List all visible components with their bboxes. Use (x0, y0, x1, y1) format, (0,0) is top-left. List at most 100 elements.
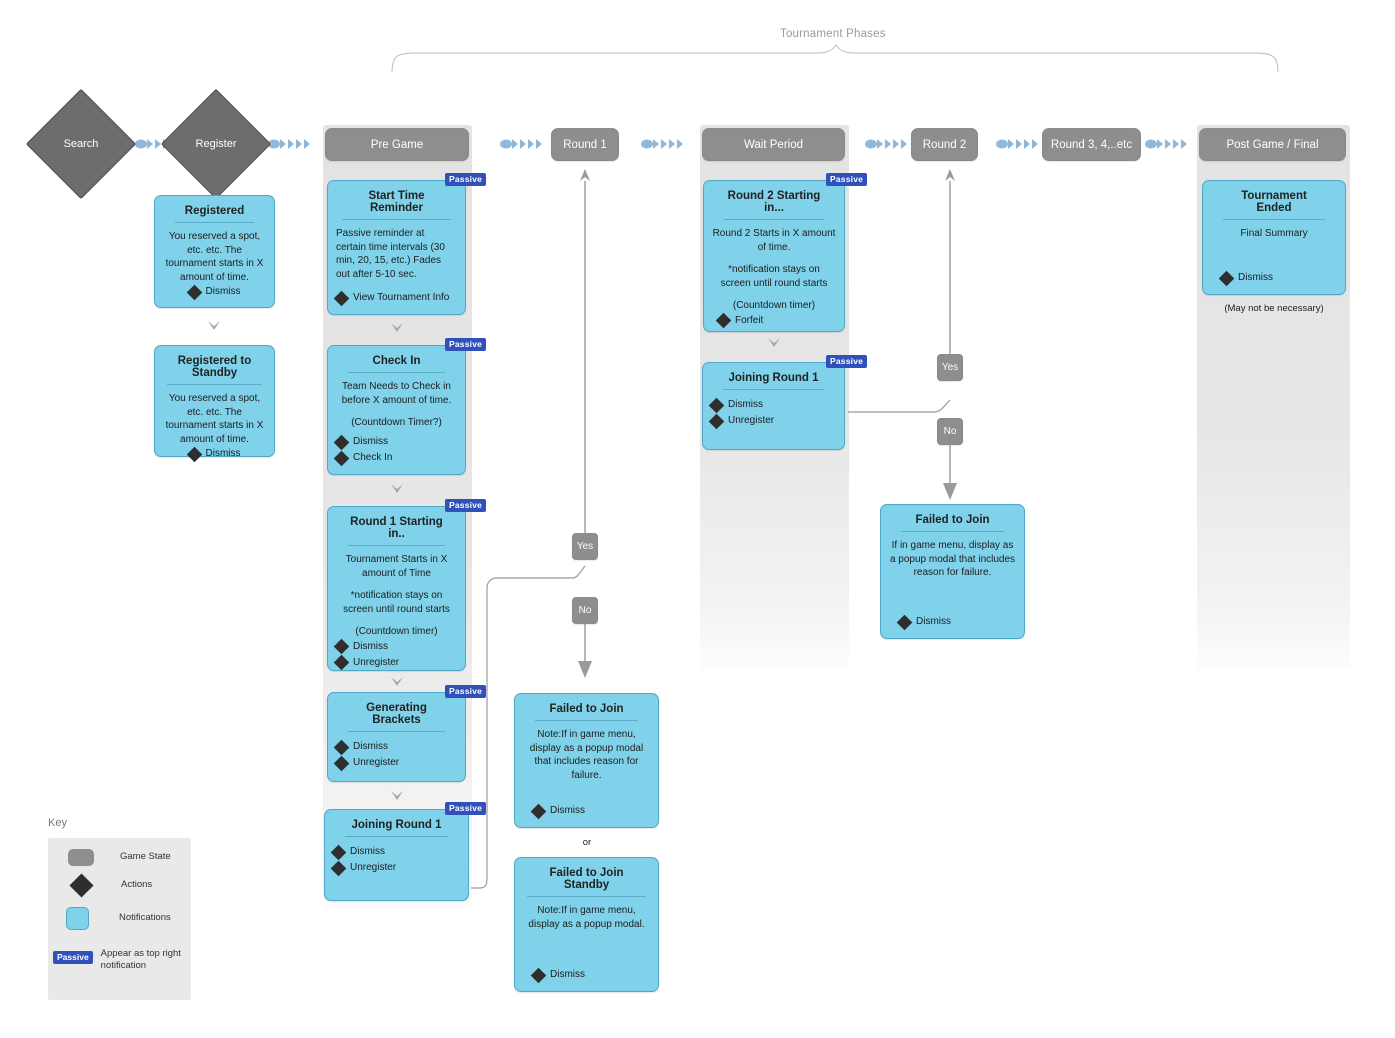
caret-down-icon-registered (208, 321, 220, 330)
action-dismiss[interactable]: Dismiss (530, 967, 650, 983)
notification-joining-round-1-pre[interactable]: Joining Round 1 Dismiss Unregister (324, 809, 469, 901)
notification-tournament-ended[interactable]: Tournament Ended Final Summary Dismiss (1202, 180, 1346, 295)
state-wait-period[interactable]: Wait Period (702, 128, 845, 161)
action-unregister[interactable]: Unregister (333, 755, 457, 771)
notification-round-1-starting-actions: Dismiss Unregister (333, 638, 457, 671)
caret-down-icon-pregame-1 (391, 323, 403, 332)
key-row-notifications: Notifications (66, 907, 191, 930)
notification-registered-standby[interactable]: Registered to Standby You reserved a spo… (154, 345, 275, 462)
key-label-actions: Actions (121, 879, 153, 891)
caret-down-icon-pregame-2 (391, 484, 403, 493)
diamond-bullet-icon (530, 803, 547, 819)
diamond-bullet-icon (330, 844, 347, 860)
key-label-game-state: Game State (120, 851, 171, 863)
state-round-1-label: Round 1 (563, 138, 607, 151)
notification-failed-to-join-round2-title: Failed to Join (901, 514, 1004, 532)
action-dismiss[interactable]: Dismiss (186, 284, 241, 300)
action-view-tournament-info[interactable]: View Tournament Info (333, 290, 457, 306)
action-check-in[interactable]: Check In (333, 450, 457, 466)
notification-failed-to-join-round1-actions: Dismiss (523, 803, 650, 819)
passive-badge-joining-round-1-pre: Passive (445, 802, 487, 815)
notification-joining-round-1-wait-title: Joining Round 1 (723, 372, 824, 390)
action-dismiss[interactable]: Dismiss (896, 614, 1016, 630)
chevron-connector-pregame-round1 (500, 139, 542, 149)
notification-failed-to-join-round1[interactable]: Failed to Join Note:If in game menu, dis… (514, 693, 659, 828)
passive-badge-start-time-reminder: Passive (445, 173, 487, 186)
passive-badge-round-1-starting: Passive (445, 499, 487, 512)
action-dismiss[interactable]: Dismiss (530, 803, 650, 819)
notification-registered-standby-actions: Dismiss (163, 446, 266, 462)
action-unregister[interactable]: Unregister (330, 860, 460, 876)
notification-start-time-reminder-title: Start Time Reminder (342, 190, 451, 220)
diamond-bullet-icon (896, 614, 913, 630)
diamond-bullet-icon (715, 312, 732, 329)
passive-badge-joining-round-1-wait: Passive (826, 355, 868, 368)
caret-down-icon-pregame-4 (391, 791, 403, 800)
caret-down-icon-pregame-3 (391, 677, 403, 686)
action-dismiss[interactable]: Dismiss (186, 446, 241, 462)
register-state-label: Register (195, 138, 237, 150)
state-round-2-label: Round 2 (922, 138, 967, 151)
diamond-bullet-icon (330, 860, 347, 876)
key-label-notifications: Notifications (119, 912, 171, 924)
notification-failed-to-join-round1-body: Note:If in game menu, display as a popup… (529, 729, 644, 781)
notification-joining-round-1-wait[interactable]: Joining Round 1 Dismiss Unregister (702, 362, 845, 450)
notification-failed-to-join-round1-title: Failed to Join (535, 703, 638, 721)
notification-check-in-actions: Dismiss Check In (333, 434, 457, 466)
diamond-bullet-icon (530, 967, 547, 983)
state-round-1[interactable]: Round 1 (551, 128, 619, 161)
action-dismiss[interactable]: Dismiss (330, 844, 460, 860)
key-row-game-state: Game State (68, 849, 193, 866)
chevron-connector-register-pregame (268, 139, 310, 149)
diamond-bullet-icon (708, 397, 725, 413)
notification-start-time-reminder[interactable]: Start Time Reminder Passive reminder at … (327, 180, 466, 315)
action-dismiss[interactable]: Dismiss (333, 638, 457, 655)
action-unregister[interactable]: Unregister (333, 654, 457, 671)
notification-start-time-reminder-body: Passive reminder at certain time interva… (336, 228, 445, 280)
state-post-game-label: Post Game / Final (1226, 138, 1319, 151)
state-pre-game[interactable]: Pre Game (325, 128, 469, 161)
state-round-2[interactable]: Round 2 (911, 128, 978, 161)
state-post-game[interactable]: Post Game / Final (1199, 128, 1346, 161)
notification-round-2-starting-actions: Forfeit (712, 312, 836, 329)
notification-round-2-starting[interactable]: Round 2 Starting in... Round 2 Starts in… (703, 180, 845, 332)
passive-badge-round-2-starting: Passive (826, 173, 868, 186)
decision-round2-no[interactable]: No (937, 418, 963, 445)
diamond-bullet-icon (186, 284, 202, 300)
action-dismiss[interactable]: Dismiss (333, 434, 457, 450)
state-round-3-label: Round 3, 4,..etc (1050, 138, 1133, 151)
tournament-phases-label: Tournament Phases (780, 28, 886, 40)
notification-check-in[interactable]: Check In Team Needs to Check in before X… (327, 345, 466, 475)
key-row-actions: Actions (68, 873, 193, 898)
decision-round2-yes[interactable]: Yes (937, 354, 963, 381)
action-dismiss[interactable]: Dismiss (333, 739, 457, 755)
notification-joining-round-1-pre-actions: Dismiss Unregister (330, 844, 460, 876)
notification-registered[interactable]: Registered You reserved a spot, etc. etc… (154, 195, 275, 308)
notification-joining-round-1-wait-actions: Dismiss Unregister (708, 397, 836, 429)
notification-joining-round-1-pre-title: Joining Round 1 (345, 819, 448, 837)
notification-tournament-ended-title: Tournament Ended (1223, 190, 1325, 220)
notification-failed-to-join-standby[interactable]: Failed to Join Standby Note:If in game m… (514, 857, 659, 992)
state-round-3[interactable]: Round 3, 4,..etc (1042, 128, 1141, 161)
action-dismiss[interactable]: Dismiss (708, 397, 836, 413)
post-game-footnote: (May not be necessary) (1224, 303, 1324, 314)
key-title: Key (48, 817, 67, 829)
notification-generating-brackets[interactable]: Generating Brackets Dismiss Unregister (327, 692, 466, 782)
chevron-connector-waitperiod-round2 (865, 139, 907, 149)
action-forfeit[interactable]: Forfeit (715, 312, 836, 329)
chevron-connector-round3-postgame (1145, 139, 1187, 149)
diamond-bullet-icon (333, 654, 350, 671)
notification-tournament-ended-actions: Dismiss (1211, 270, 1337, 286)
action-dismiss[interactable]: Dismiss (1218, 270, 1337, 286)
state-wait-period-label: Wait Period (743, 138, 803, 151)
notification-registered-actions: Dismiss (163, 284, 266, 300)
notification-round-1-starting[interactable]: Round 1 Starting in.. Tournament Starts … (327, 506, 466, 671)
caret-down-icon-waitperiod-1 (768, 338, 780, 347)
notification-tournament-ended-body: Final Summary (1240, 228, 1308, 239)
decision-round1-yes[interactable]: Yes (572, 533, 598, 560)
notification-failed-to-join-round2[interactable]: Failed to Join If in game menu, display … (880, 504, 1025, 639)
action-unregister[interactable]: Unregister (708, 413, 836, 429)
decision-round1-no[interactable]: No (572, 597, 598, 624)
notification-check-in-body: Team Needs to Check in before X amount o… (341, 381, 452, 428)
decision-round2-no-label: No (943, 426, 957, 437)
